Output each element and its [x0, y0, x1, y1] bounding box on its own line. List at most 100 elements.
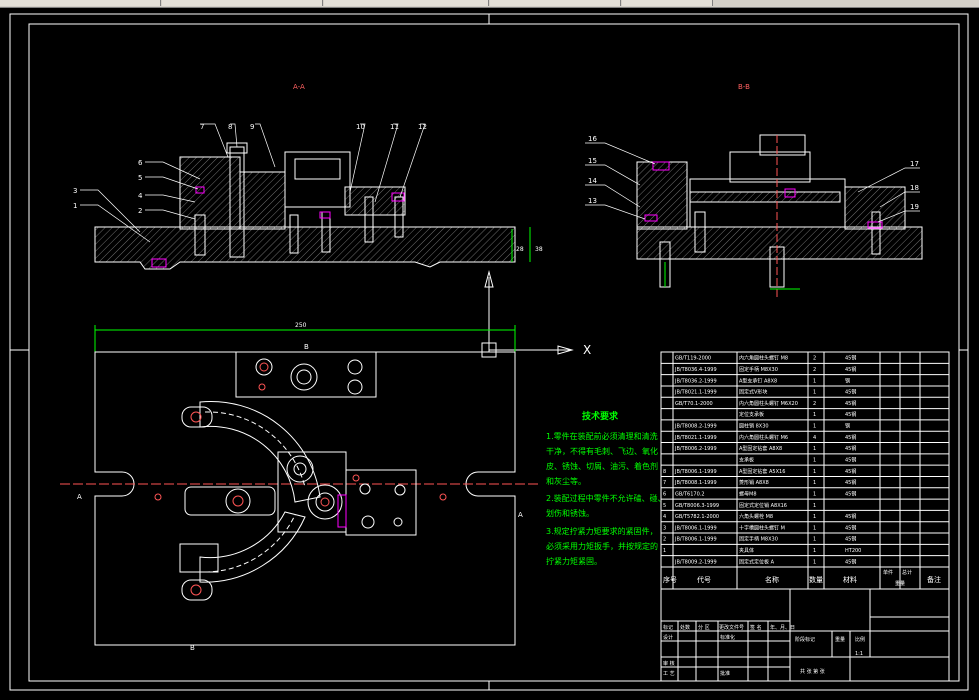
bom-cell-code: JB/T8021.1-1999	[674, 390, 717, 396]
bom-cell-name: A型固定钻套 A5X16	[739, 468, 785, 475]
bom-cell-qty: 1	[813, 424, 816, 430]
tb-check: 审 核	[663, 660, 675, 667]
tech-req-line: 必须采用力矩扳手，并按规定的	[546, 541, 658, 551]
tech-req-line: 拧紧力矩紧固。	[546, 556, 602, 566]
tb-count: 处数	[680, 624, 690, 631]
bom-cell-qty: 1	[813, 503, 816, 509]
bom-cell-mat: 45钢	[845, 445, 856, 452]
callout-label: 13	[588, 197, 597, 205]
callout-label: 2	[138, 207, 142, 215]
bom-cell-no: 3	[663, 525, 666, 531]
tech-req-line: 皮、锈蚀、切屑、油污、着色剂	[546, 461, 658, 471]
tb-mark: 标记	[663, 624, 673, 631]
bom-cell-code: GB/T5782.1-2000	[675, 514, 719, 520]
cad-drawing-canvas[interactable]: A-A 28 38 3 1 2 4 5 6 7 8 9 10 11 12 B-B…	[0, 7, 979, 700]
bom-cell-name: 固定式定位销 A8X16	[739, 502, 787, 509]
callout-label: 7	[200, 123, 204, 131]
bom-cell-qty: 1	[813, 469, 816, 475]
bom-cell-qty: 1	[813, 458, 816, 464]
section-mark-a-right: A	[518, 511, 523, 519]
bom-cell-name: 十字槽圆柱头螺钉 M	[739, 524, 785, 531]
section-b-b-view: B-B 16 15 14 13 17 18 19	[585, 83, 923, 297]
bom-cell-name: A型固定钻套 A8X8	[739, 445, 782, 452]
clamp-assembly	[689, 178, 846, 228]
tb-zone: 分 区	[698, 624, 710, 631]
bom-cell-qty: 2	[813, 356, 816, 362]
support-plate-plan	[345, 469, 417, 536]
tb-sign: 签 名	[750, 624, 762, 631]
tech-req-line: 2.装配过程中零件不允许磕、碰、	[546, 493, 666, 503]
callout-label: 5	[138, 174, 142, 182]
section-mark-a-left: A	[77, 493, 82, 501]
callout-label: 16	[588, 135, 597, 143]
bom-header-unit: 单件	[883, 569, 893, 576]
toolbar-tab[interactable]	[162, 0, 323, 6]
clamp-lever	[184, 486, 276, 516]
toolbar-tab[interactable]	[622, 0, 713, 6]
v-block-section	[179, 156, 241, 230]
bom-cell-name: 内六角圆柱头螺钉 M6X20	[739, 400, 798, 407]
callout-label: 1	[73, 202, 77, 210]
bore	[290, 363, 318, 391]
bom-cell-qty: 2	[813, 367, 816, 373]
bom-cell-qty: 1	[813, 525, 816, 531]
bom-cell-code: GB/T8006.3-1999	[675, 503, 719, 509]
callout-label: 9	[250, 123, 254, 131]
bom-cell-name: 螺母M8	[739, 490, 757, 497]
bom-cell-mat: 45钢	[845, 490, 856, 497]
bom-cell-mat: 45钢	[845, 355, 856, 362]
bom-cell-mat: 钢	[845, 377, 850, 384]
clamp-end	[181, 579, 213, 601]
bom-cell-no: 7	[663, 480, 666, 486]
width-dimension-text: 250	[295, 322, 307, 329]
bom-cell-code: JB/T8006.1-1999	[674, 525, 717, 531]
bom-header-code: 代号	[697, 575, 711, 584]
bom-cell-mat: 45钢	[845, 468, 856, 475]
toolbar-tab[interactable]	[490, 0, 621, 6]
bom-cell-name: A型支承钉 A8X8	[739, 377, 777, 384]
callout-label: 14	[588, 177, 597, 185]
bom-cell-code: JB/T8036.4-1999	[674, 367, 717, 373]
bom-cell-code: JB/T8036.2-1999	[674, 378, 717, 384]
bom-cell-no: 1	[663, 548, 666, 554]
bom-cell-mat: 钢	[845, 423, 850, 430]
bom-cell-name: 圆柱销 8X30	[739, 423, 769, 430]
bolt-hole	[255, 358, 273, 376]
fixture-base-section	[94, 226, 516, 270]
bom-cell-qty: 1	[813, 548, 816, 554]
bolt-hole	[347, 379, 363, 395]
tb-scale: 比例	[855, 636, 865, 643]
bom-cell-qty: 2	[813, 401, 816, 407]
right-block-section	[844, 186, 906, 230]
bom-cell-qty: 1	[813, 480, 816, 486]
bom-cell-qty: 1	[813, 378, 816, 384]
toolbar-tab[interactable]	[0, 0, 161, 6]
bom-cell-name: 内六角圆柱头螺钉 M8	[739, 355, 788, 362]
toolbar-tab[interactable]	[324, 0, 489, 6]
bom-cell-no: 2	[663, 537, 666, 543]
callout-label: 6	[138, 159, 143, 167]
bom-cell-name: 菱形销 A8X8	[739, 479, 769, 486]
bom-cell-qty: 1	[813, 514, 816, 520]
tech-requirements: 技术要求 1.零件在装配前必须清理和清洗 干净，不得有毛刺、飞边、氧化 皮、锈蚀…	[546, 410, 666, 566]
callout-label: 15	[588, 157, 597, 165]
callout-label: 12	[418, 123, 427, 131]
callout-label: 10	[356, 123, 365, 131]
bolt-hole	[347, 359, 363, 375]
dimension-text: 38	[535, 246, 543, 253]
plan-view: 250 B B A A	[60, 322, 540, 652]
bom-cell-mat: 45钢	[845, 513, 856, 520]
section-b-title: B-B	[738, 83, 750, 91]
bom-cell-qty: 1	[813, 559, 816, 565]
bom-cell-mat: 45钢	[845, 536, 856, 543]
bom-header-total: 总计	[902, 569, 912, 576]
bom-cell-mat: 45钢	[845, 400, 856, 407]
tech-req-line: 干净，不得有毛刺、飞边、氧化	[546, 446, 658, 456]
tech-req-line: 划伤和锈蚀。	[546, 508, 594, 518]
bom-cell-code: JB/T8006.1-1999	[674, 537, 717, 543]
callout-label: 4	[138, 192, 143, 200]
bom-table: GB/T119-2000 内六角圆柱头螺钉 M8 2 45钢JB/T8036.4-19…	[660, 351, 950, 590]
bom-cell-name: 六角头螺栓 M8	[739, 513, 773, 520]
bom-cell-mat: 45钢	[845, 411, 856, 418]
callout-label: 3	[73, 187, 77, 195]
